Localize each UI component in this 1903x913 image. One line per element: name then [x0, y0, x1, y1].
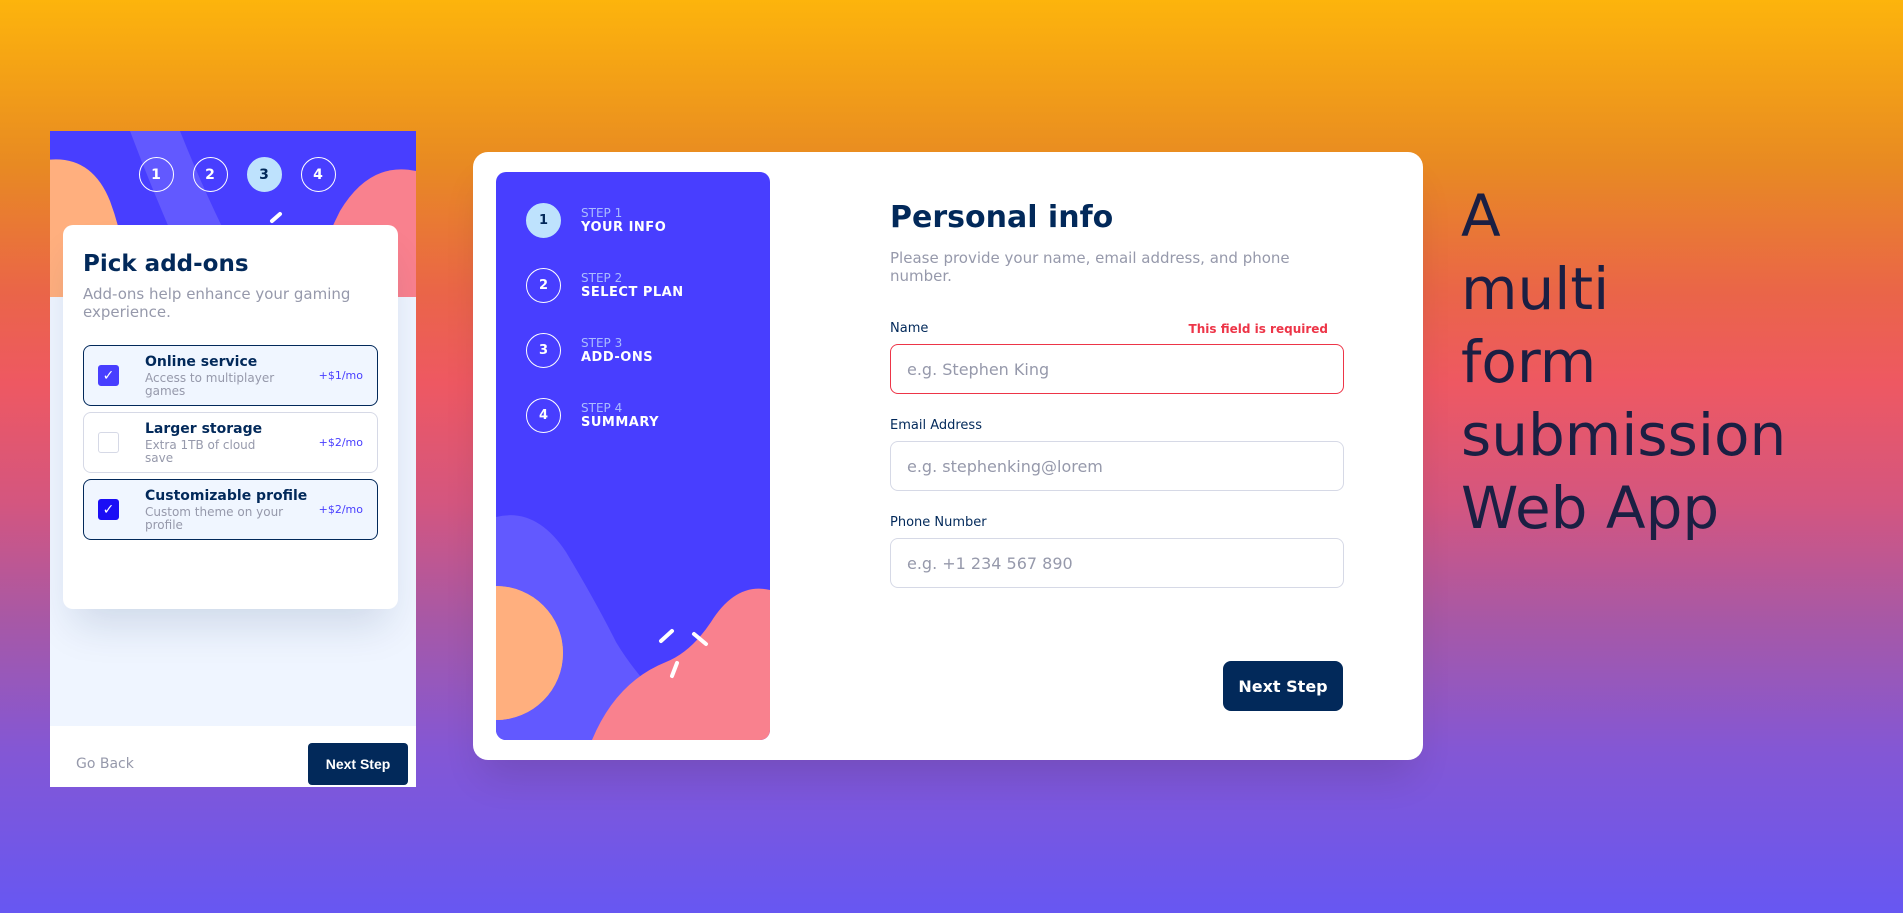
sidebar-step-select-plan[interactable]: 2 STEP 2 SELECT PLAN: [526, 268, 684, 303]
step-small-label: STEP 1: [581, 205, 623, 220]
step-small-label: STEP 4: [581, 400, 623, 415]
mobile-step-indicator: 1 2 3 4: [50, 157, 416, 192]
step-name: YOUR INFO: [581, 219, 667, 235]
mobile-next-step-button[interactable]: Next Step: [308, 742, 408, 785]
addon-title: Online service: [145, 353, 258, 370]
step-small-label: STEP 2: [581, 270, 623, 285]
sidebar-step-your-info[interactable]: 1 STEP 1 YOUR INFO: [526, 203, 684, 238]
sidebar-step-summary[interactable]: 4 STEP 4 SUMMARY: [526, 398, 684, 433]
sparkle-line: [270, 212, 282, 223]
addon-price: +$1/mo: [318, 369, 363, 382]
step-name: SELECT PLAN: [581, 284, 684, 300]
addon-larger-storage[interactable]: Larger storage Extra 1TB of cloud save +…: [83, 412, 378, 473]
addons-card: Pick add-ons Add-ons help enhance your g…: [63, 225, 398, 609]
check-icon: ✓: [102, 367, 115, 384]
check-icon: ✓: [102, 501, 115, 518]
email-label: Email Address: [890, 418, 982, 433]
checkbox-checked[interactable]: ✓: [98, 499, 119, 520]
personal-info-form: Personal info Please provide your name, …: [890, 200, 1344, 612]
mobile-step-4[interactable]: 4: [300, 157, 336, 192]
mobile-step-3[interactable]: 3: [246, 157, 282, 192]
step-name: SUMMARY: [581, 414, 660, 430]
mobile-preview: 1 2 3 4 Pick add-ons Add-ons help enhanc…: [50, 131, 416, 787]
hero-heading: A multi form submission Web App: [1461, 180, 1786, 545]
mobile-step-2[interactable]: 2: [192, 157, 228, 192]
phone-field-group: Phone Number: [890, 515, 1344, 588]
steps-list: 1 STEP 1 YOUR INFO 2 STEP 2 SELECT PLAN …: [526, 203, 684, 463]
addon-subtitle: Extra 1TB of cloud save: [145, 437, 256, 465]
phone-input[interactable]: [890, 538, 1344, 588]
name-input[interactable]: [890, 344, 1344, 394]
addon-price: +$2/mo: [318, 436, 363, 449]
go-back-link[interactable]: Go Back: [76, 756, 134, 772]
step-number: 3: [526, 333, 561, 368]
mobile-footer: Go Back Next Step: [50, 726, 416, 787]
checkbox-checked[interactable]: ✓: [98, 365, 119, 386]
hero-line: multi: [1461, 255, 1610, 323]
addon-title: Customizable profile: [145, 487, 308, 504]
steps-sidebar: 1 STEP 1 YOUR INFO 2 STEP 2 SELECT PLAN …: [496, 172, 770, 740]
addon-price: +$2/mo: [318, 503, 363, 516]
addon-title: Larger storage: [145, 420, 263, 437]
hero-line: form: [1461, 328, 1597, 396]
step-number: 2: [526, 268, 561, 303]
phone-label: Phone Number: [890, 515, 987, 530]
page-description: Please provide your name, email address,…: [890, 249, 1290, 285]
checkbox-unchecked[interactable]: [98, 432, 119, 453]
step-small-label: STEP 3: [581, 335, 623, 350]
desktop-form-card: 1 STEP 1 YOUR INFO 2 STEP 2 SELECT PLAN …: [473, 152, 1423, 760]
page-title: Personal info: [890, 200, 1114, 235]
next-step-button[interactable]: Next Step: [1223, 661, 1343, 711]
email-input[interactable]: [890, 441, 1344, 491]
name-label: Name: [890, 321, 929, 336]
addon-subtitle: Custom theme on your profile: [145, 504, 284, 532]
step-number: 4: [526, 398, 561, 433]
sidebar-step-add-ons[interactable]: 3 STEP 3 ADD-ONS: [526, 333, 684, 368]
addons-description: Add-ons help enhance your gaming experie…: [83, 285, 351, 321]
step-number: 1: [526, 203, 561, 238]
addon-subtitle: Access to multiplayer games: [145, 370, 275, 398]
email-field-group: Email Address: [890, 418, 1344, 491]
mobile-step-1[interactable]: 1: [138, 157, 174, 192]
hero-line: Web App: [1461, 474, 1720, 542]
addons-title: Pick add-ons: [83, 251, 249, 277]
step-name: ADD-ONS: [581, 349, 654, 365]
addon-customizable-profile[interactable]: ✓ Customizable profile Custom theme on y…: [83, 479, 378, 540]
name-field-group: Name This field is required: [890, 321, 1344, 394]
sparkle-line: [659, 629, 674, 643]
name-error-message: This field is required: [1188, 322, 1328, 336]
hero-line: submission: [1461, 401, 1787, 469]
hero-line: A: [1461, 182, 1501, 250]
addon-online-service[interactable]: ✓ Online service Access to multiplayer g…: [83, 345, 378, 406]
